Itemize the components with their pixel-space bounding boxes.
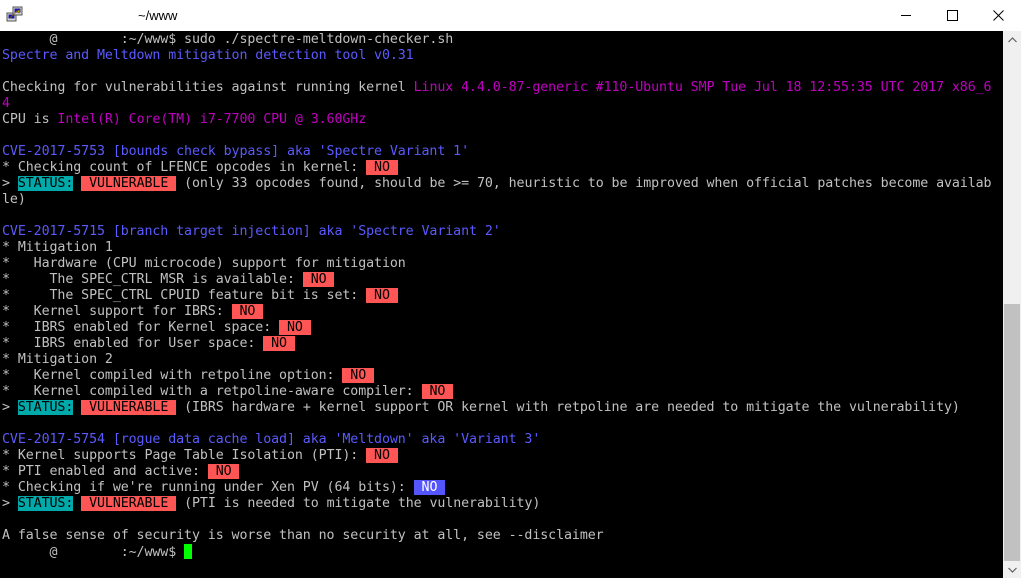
cve-5754-heading: CVE-2017-5754 [rogue data cache load] ak… [2,432,540,448]
no-badge: NO [342,368,375,383]
maximize-icon [946,10,958,21]
vulnerable-badge: VULNERABLE [81,496,177,511]
scroll-up-button[interactable] [1003,31,1021,48]
banner-text: Spectre and Meltdown mitigation detectio… [2,48,414,63]
check-line: * IBRS enabled for Kernel space: NO [2,320,311,336]
vertical-scrollbar[interactable] [1003,31,1021,578]
chevron-down-icon [1007,567,1017,573]
kernel-version-cont: 4 [2,96,10,111]
check-line: * Checking if we're running under Xen PV… [2,480,446,496]
cve-heading-text: CVE-2017-5753 [bounds check bypass] aka … [2,144,470,159]
cpu-model: Intel(R) Core(TM) i7-7700 CPU @ 3.60GHz [57,112,367,127]
prompt-text: @ :~/www$ [2,545,185,560]
status-space [73,176,81,191]
kernel-version: Linux 4.4.0-87-generic #110-Ubuntu SMP T… [413,80,992,95]
cve-heading-text: CVE-2017-5754 [rogue data cache load] ak… [2,432,541,447]
mitigation-text: * Mitigation 2 [2,352,113,367]
check-line: * IBRS enabled for User space: NO [2,336,295,352]
no-badge: NO [366,288,398,303]
check-line: * Kernel supports Page Table Isolation (… [2,448,398,464]
cve-heading-text: CVE-2017-5715 [branch target injection] … [2,224,501,239]
no-badge: NO [366,160,398,175]
status-space [73,496,81,511]
status-label: STATUS: [17,496,74,511]
status-line: > STATUS: VULNERABLE (only 33 opcodes fo… [2,176,992,192]
check-text: * IBRS enabled for Kernel space: [2,320,280,335]
check-line: * Kernel support for IBRS: NO [2,304,264,320]
status-label: STATUS: [17,176,74,191]
status-label: STATUS: [17,400,74,415]
disclaimer-line: A false sense of security is worse than … [2,528,604,544]
check-text: * Kernel supports Page Table Isolation (… [2,448,367,463]
no-badge: NO [231,304,264,319]
command-text: @ :~/www$ sudo ./spectre-meltdown-checke… [2,32,454,47]
tool-banner: Spectre and Meltdown mitigation detectio… [2,48,414,64]
terminal-window: ~/www @ :~/www$ sudo ./spectre-meltdown-… [0,0,1021,578]
status-detail-cont: le) [2,192,26,207]
check-text: * Checking if we're running under Xen PV… [2,480,414,495]
check-line: * Kernel compiled with a retpoline-aware… [2,384,454,400]
check-text: * Kernel support for IBRS: [2,304,232,319]
title-bar[interactable]: ~/www [0,0,1021,31]
check-text: * Kernel compiled with retpoline option: [2,368,343,383]
cpu-label: CPU is [2,112,58,127]
close-button[interactable] [975,0,1021,31]
check-line: * Checking count of LFENCE opcodes in ke… [2,160,398,176]
vulnerable-badge: VULNERABLE [81,176,177,191]
maximize-button[interactable] [929,0,975,31]
check-line: * The SPEC_CTRL CPUID feature bit is set… [2,288,398,304]
check-text: * PTI enabled and active: [2,464,208,479]
check-line: * Hardware (CPU microcode) support for m… [2,256,406,272]
check-line: * The SPEC_CTRL MSR is available: NO [2,272,335,288]
no-badge: NO [366,448,398,463]
status-detail: (IBRS hardware + kernel support OR kerne… [176,400,960,415]
no-badge-blue: NO [413,480,446,495]
disclaimer-text: A false sense of security is worse than … [2,528,604,543]
no-badge: NO [263,336,295,351]
no-badge: NO [302,272,335,287]
no-badge: NO [279,320,311,335]
kernel-check-line: Checking for vulnerabilities against run… [2,80,992,96]
mitigation-text: * Mitigation 1 [2,240,113,255]
check-text: * Kernel compiled with a retpoline-aware… [2,384,422,399]
vulnerable-badge: VULNERABLE [81,400,177,415]
status-line-wrap: le) [2,192,26,208]
no-badge: NO [207,464,240,479]
close-icon [992,10,1004,21]
chevron-up-icon [1007,36,1017,42]
status-line: > STATUS: VULNERABLE (PTI is needed to m… [2,496,540,512]
check-text: * The SPEC_CTRL CPUID feature bit is set… [2,288,367,303]
text-cursor [184,544,193,559]
cpu-line: CPU is Intel(R) Core(TM) i7-7700 CPU @ 3… [2,112,366,128]
status-prefix: > [2,496,18,511]
shell-prompt[interactable]: @ :~/www$ [2,544,193,560]
check-text: * IBRS enabled for User space: [2,336,264,351]
status-detail: (PTI is needed to mitigate the vulnerabi… [176,496,541,511]
check-line: * Kernel compiled with retpoline option:… [2,368,375,384]
no-badge: NO [421,384,454,399]
minimize-button[interactable] [883,0,929,31]
status-detail: (only 33 opcodes found, should be >= 70,… [176,176,992,191]
check-text: * Hardware (CPU microcode) support for m… [2,256,406,271]
terminal-output[interactable]: @ :~/www$ sudo ./spectre-meltdown-checke… [0,31,1003,578]
putty-icon[interactable] [6,6,24,24]
mitigation-1-line: * Mitigation 1 [2,240,113,256]
minimize-icon [900,15,911,16]
check-text: * The SPEC_CTRL MSR is available: [2,272,303,287]
scroll-down-button[interactable] [1003,561,1021,578]
cve-5753-heading: CVE-2017-5753 [bounds check bypass] aka … [2,144,469,160]
status-line: > STATUS: VULNERABLE (IBRS hardware + ke… [2,400,960,416]
kernel-label: Checking for vulnerabilities against run… [2,80,414,95]
cve-5715-heading: CVE-2017-5715 [branch target injection] … [2,224,501,240]
kernel-version-wrap: 4 [2,96,10,112]
check-text: * Checking count of LFENCE opcodes in ke… [2,160,367,175]
status-prefix: > [2,176,18,191]
scrollbar-thumb[interactable] [1004,304,1020,561]
mitigation-2-line: * Mitigation 2 [2,352,113,368]
prompt-command-line: @ :~/www$ sudo ./spectre-meltdown-checke… [2,32,453,48]
status-prefix: > [2,400,18,415]
check-line: * PTI enabled and active: NO [2,464,240,480]
window-title: ~/www [138,8,178,23]
status-space [73,400,81,415]
